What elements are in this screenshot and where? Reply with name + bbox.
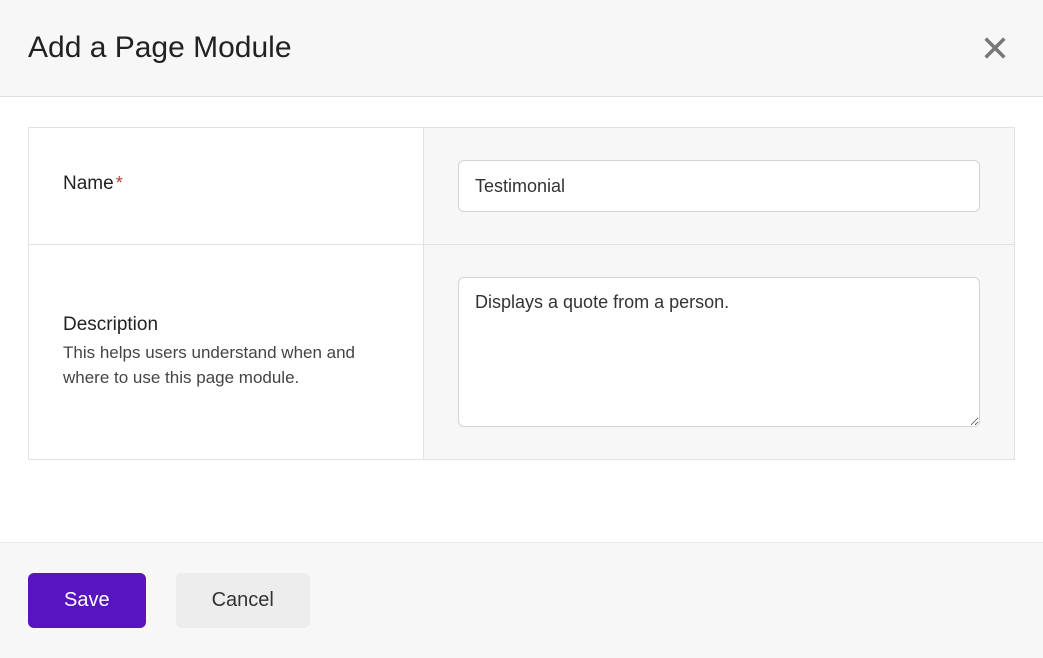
close-button[interactable] — [975, 28, 1015, 68]
name-label: Name* — [63, 173, 389, 195]
form-row-name: Name* — [29, 128, 1014, 245]
form-table: Name* Description This helps users under… — [28, 127, 1015, 460]
dialog-footer: Save Cancel — [0, 542, 1043, 658]
required-asterisk: * — [116, 173, 123, 193]
name-input[interactable] — [458, 160, 980, 212]
description-input[interactable] — [458, 277, 980, 427]
description-label-cell: Description This helps users understand … — [29, 245, 424, 459]
name-label-cell: Name* — [29, 128, 424, 244]
close-icon — [981, 34, 1009, 62]
dialog-title: Add a Page Module — [28, 31, 292, 65]
cancel-button[interactable]: Cancel — [176, 573, 310, 628]
dialog-header: Add a Page Module — [0, 0, 1043, 97]
name-label-text: Name — [63, 173, 114, 194]
name-input-cell — [424, 128, 1014, 244]
form-row-description: Description This helps users understand … — [29, 245, 1014, 459]
description-label: Description — [63, 314, 389, 336]
description-helper-text: This helps users understand when and whe… — [63, 340, 389, 391]
dialog-body: Name* Description This helps users under… — [0, 97, 1043, 542]
save-button[interactable]: Save — [28, 573, 146, 628]
description-input-cell — [424, 245, 1014, 459]
